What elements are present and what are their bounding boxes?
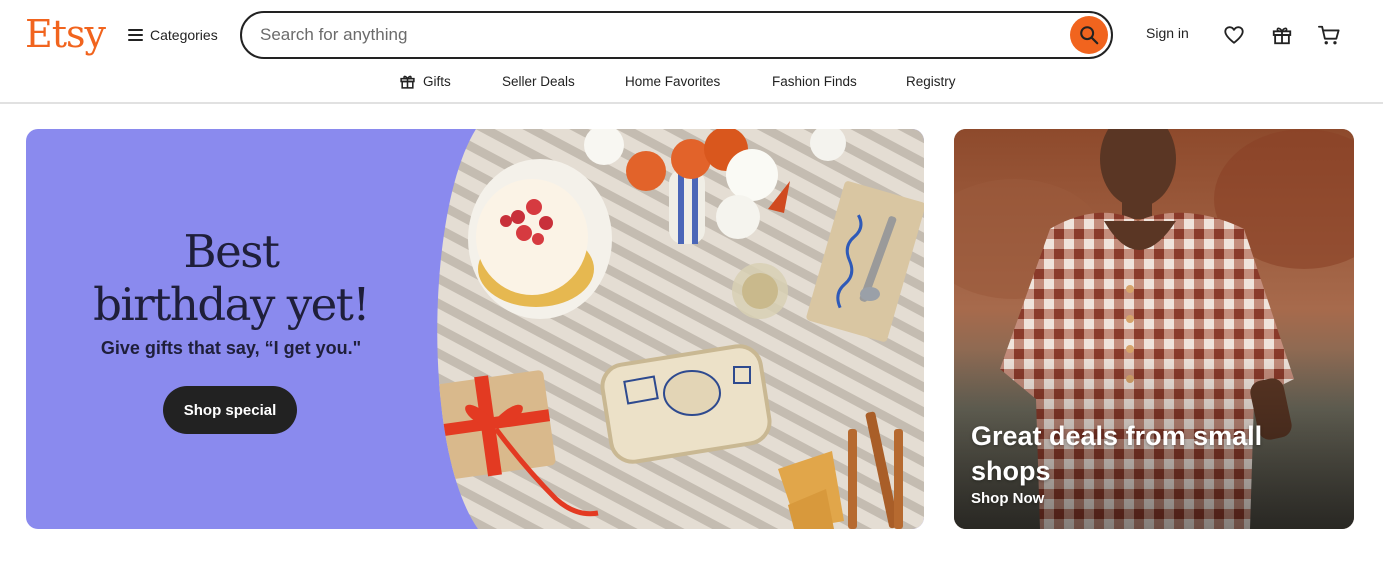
- nav-item-label: Fashion Finds: [772, 73, 857, 89]
- search-input[interactable]: [260, 24, 1040, 46]
- hero-subtitle: Give gifts that say, “I get you.": [100, 338, 362, 358]
- etsy-logo[interactable]: Etsy: [25, 9, 106, 59]
- promo-card[interactable]: Great deals from small shops Shop Now: [954, 129, 1354, 529]
- nav-item-gifts[interactable]: Gifts: [399, 70, 451, 92]
- nav-item-fashion-finds[interactable]: Fashion Finds: [772, 70, 857, 92]
- hero-title-line: birthday yet!: [93, 278, 370, 331]
- gift-mode-button[interactable]: [1269, 22, 1295, 48]
- nav-item-label: Home Favorites: [625, 73, 721, 89]
- nav-item-label: Registry: [906, 73, 956, 89]
- favorites-button[interactable]: [1221, 22, 1247, 48]
- search-button[interactable]: [1070, 16, 1108, 54]
- categories-label: Categories: [150, 27, 218, 43]
- shop-special-button[interactable]: Shop special: [163, 386, 297, 434]
- promo-title: Great deals from small shops: [971, 421, 1263, 486]
- hero-title: Best birthday yet!: [26, 225, 436, 331]
- gift-icon: [1272, 27, 1292, 45]
- shop-now-link[interactable]: Shop Now: [971, 490, 1044, 507]
- search-icon: [1080, 26, 1099, 45]
- menu-icon: [128, 29, 143, 41]
- gift-icon: [400, 75, 415, 89]
- nav-item-home-favorites[interactable]: Home Favorites: [625, 70, 720, 92]
- site-header: Etsy Categories Sign in: [0, 0, 1383, 104]
- nav-item-seller-deals[interactable]: Seller Deals: [502, 70, 575, 92]
- sign-in-link[interactable]: Sign in: [1146, 25, 1189, 41]
- hero-title-line: Best: [183, 225, 280, 278]
- cart-icon: [1317, 25, 1340, 45]
- search-bar: [240, 11, 1113, 59]
- cart-button[interactable]: [1316, 22, 1342, 48]
- nav-item-label: Gifts: [423, 73, 451, 89]
- main-nav: Gifts Seller Deals Home Favorites Fashio…: [0, 70, 1383, 92]
- heart-icon: [1224, 26, 1244, 44]
- nav-item-label: Seller Deals: [502, 73, 575, 89]
- hero-banner: Best birthday yet! Give gifts that say, …: [26, 129, 924, 529]
- categories-button[interactable]: Categories: [128, 24, 218, 46]
- nav-item-registry[interactable]: Registry: [906, 70, 956, 92]
